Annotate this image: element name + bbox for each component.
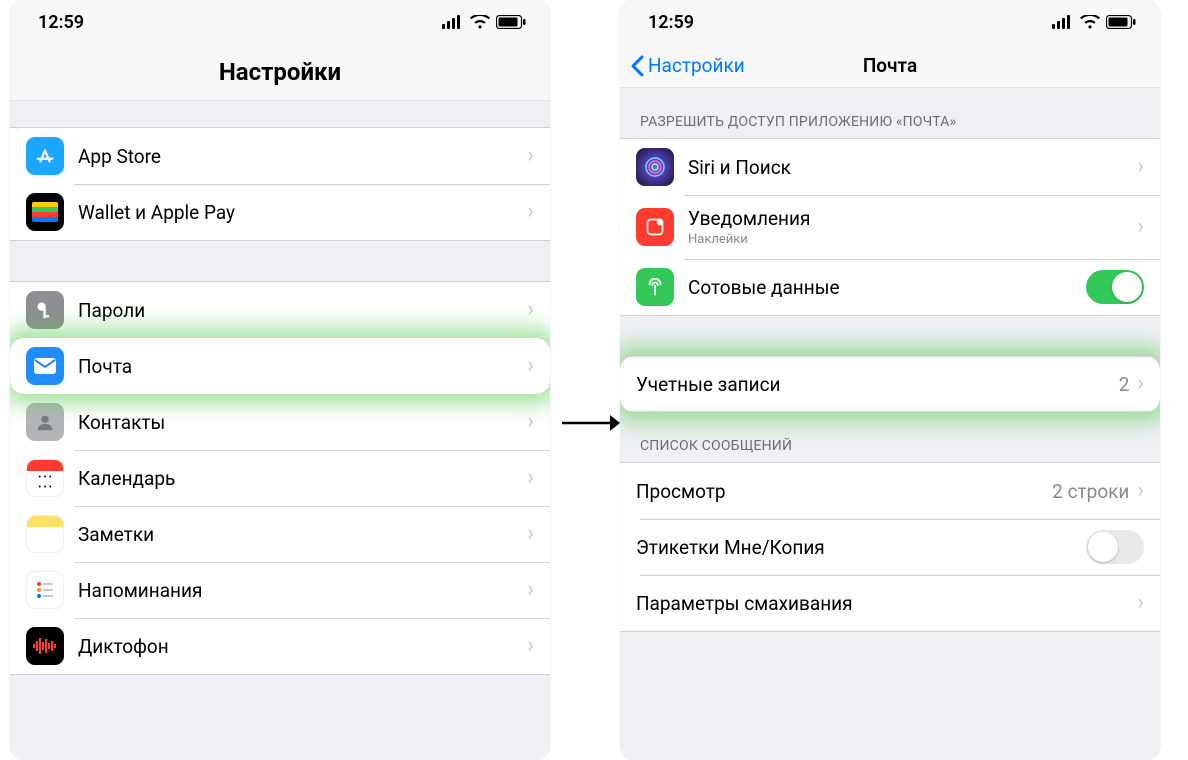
settings-screen: 12:59 Настройки App Store › Wallet и App…: [10, 0, 550, 760]
status-time: 12:59: [648, 12, 694, 33]
row-mail-highlight: Почта ›: [10, 338, 550, 394]
cellular-data-icon: [636, 268, 674, 306]
row-label: Siri и Поиск: [688, 156, 791, 179]
row-label: Уведомления: [688, 207, 810, 230]
row-wallet[interactable]: Wallet и Apple Pay ›: [10, 184, 550, 240]
row-contacts[interactable]: Контакты ›: [10, 394, 550, 450]
row-cellular[interactable]: Сотовые данные: [620, 259, 1160, 315]
status-bar: 12:59: [620, 0, 1160, 44]
appstore-icon: [26, 137, 64, 175]
wallet-icon: [26, 193, 64, 231]
row-label: Этикетки Мне/Копия: [636, 536, 825, 559]
siri-icon: [636, 148, 674, 186]
row-label: Контакты: [78, 411, 165, 434]
calendar-icon: • • •• • •: [26, 459, 64, 497]
wifi-icon: [1080, 15, 1100, 29]
row-appstore[interactable]: App Store ›: [10, 128, 550, 184]
status-icons: [442, 15, 526, 29]
status-time: 12:59: [38, 12, 84, 33]
chevron-right-icon: ›: [527, 355, 534, 377]
chevron-right-icon: ›: [527, 411, 534, 433]
chevron-right-icon: ›: [527, 579, 534, 601]
group-access: Siri и Поиск › Уведомления Наклейки ›: [620, 138, 1160, 316]
cellular-icon: [1052, 15, 1074, 29]
notifications-icon: [636, 208, 674, 246]
accounts-count: 2: [1119, 373, 1130, 396]
mail-icon: [26, 347, 64, 385]
row-label: Почта: [78, 355, 132, 378]
row-accounts[interactable]: Учетные записи 2 ›: [620, 356, 1160, 412]
chevron-right-icon: ›: [1137, 480, 1144, 502]
row-passwords[interactable]: Пароли ›: [10, 282, 550, 338]
group-accounts: Учетные записи 2 ›: [620, 356, 1160, 412]
status-icons: [1052, 15, 1136, 29]
flow-arrow-icon: [560, 408, 620, 438]
row-label: Диктофон: [78, 635, 169, 658]
row-label: Календарь: [78, 467, 175, 490]
chevron-right-icon: ›: [527, 299, 534, 321]
chevron-right-icon: ›: [527, 201, 534, 223]
row-notes[interactable]: Заметки ›: [10, 506, 550, 562]
battery-icon: [496, 15, 526, 29]
reminders-icon: [26, 571, 64, 609]
group-message-list: Просмотр 2 строки › Этикетки Мне/Копия П…: [620, 462, 1160, 632]
chevron-right-icon: ›: [1137, 373, 1144, 395]
row-label: Учетные записи: [636, 373, 781, 396]
row-label: Параметры смахивания: [636, 592, 853, 615]
mail-settings-screen: 12:59 Настройки Почта РАЗРЕШИТЬ ДОСТУП П…: [620, 0, 1160, 760]
voice-memo-icon: [26, 627, 64, 665]
row-voicememo[interactable]: Диктофон ›: [10, 618, 550, 674]
row-label: Заметки: [78, 523, 154, 546]
row-label: Wallet и Apple Pay: [78, 201, 235, 224]
row-mail[interactable]: Почта ›: [10, 338, 550, 394]
cellular-toggle[interactable]: [1086, 270, 1144, 304]
row-label: Напоминания: [78, 579, 202, 602]
section-header-list: СПИСОК СООБЩЕНИЙ: [620, 412, 1160, 462]
labels-toggle[interactable]: [1086, 530, 1144, 564]
wifi-icon: [470, 15, 490, 29]
row-label: Сотовые данные: [688, 276, 840, 299]
chevron-right-icon: ›: [527, 635, 534, 657]
row-label: Пароли: [78, 299, 145, 322]
row-label: App Store: [78, 145, 161, 168]
row-reminders[interactable]: Напоминания ›: [10, 562, 550, 618]
chevron-right-icon: ›: [527, 145, 534, 167]
navbar: Настройки Почта: [620, 44, 1160, 88]
chevron-right-icon: ›: [1137, 592, 1144, 614]
row-preview[interactable]: Просмотр 2 строки ›: [620, 463, 1160, 519]
row-siri[interactable]: Siri и Поиск ›: [620, 139, 1160, 195]
key-icon: [26, 291, 64, 329]
section-header-access: РАЗРЕШИТЬ ДОСТУП ПРИЛОЖЕНИЮ «ПОЧТА»: [620, 88, 1160, 138]
row-calendar[interactable]: • • •• • • Календарь ›: [10, 450, 550, 506]
row-sublabel: Наклейки: [688, 232, 810, 247]
row-label: Просмотр: [636, 480, 726, 503]
cellular-icon: [442, 15, 464, 29]
notes-icon: [26, 515, 64, 553]
row-labels[interactable]: Этикетки Мне/Копия: [620, 519, 1160, 575]
preview-detail: 2 строки: [1052, 480, 1129, 503]
row-accounts-highlight: Учетные записи 2 ›: [620, 356, 1160, 412]
battery-icon: [1106, 15, 1136, 29]
chevron-right-icon: ›: [527, 467, 534, 489]
settings-group-apps: Пароли › Почта › Контакты: [10, 281, 550, 675]
status-bar: 12:59: [10, 0, 550, 44]
row-notifications[interactable]: Уведомления Наклейки ›: [620, 195, 1160, 259]
chevron-right-icon: ›: [527, 523, 534, 545]
row-swipe[interactable]: Параметры смахивания ›: [620, 575, 1160, 631]
settings-group-store: App Store › Wallet и Apple Pay ›: [10, 127, 550, 241]
chevron-right-icon: ›: [1137, 156, 1144, 178]
page-title: Почта: [620, 54, 1160, 77]
page-title: Настройки: [10, 44, 550, 101]
chevron-right-icon: ›: [1137, 216, 1144, 238]
contacts-icon: [26, 403, 64, 441]
